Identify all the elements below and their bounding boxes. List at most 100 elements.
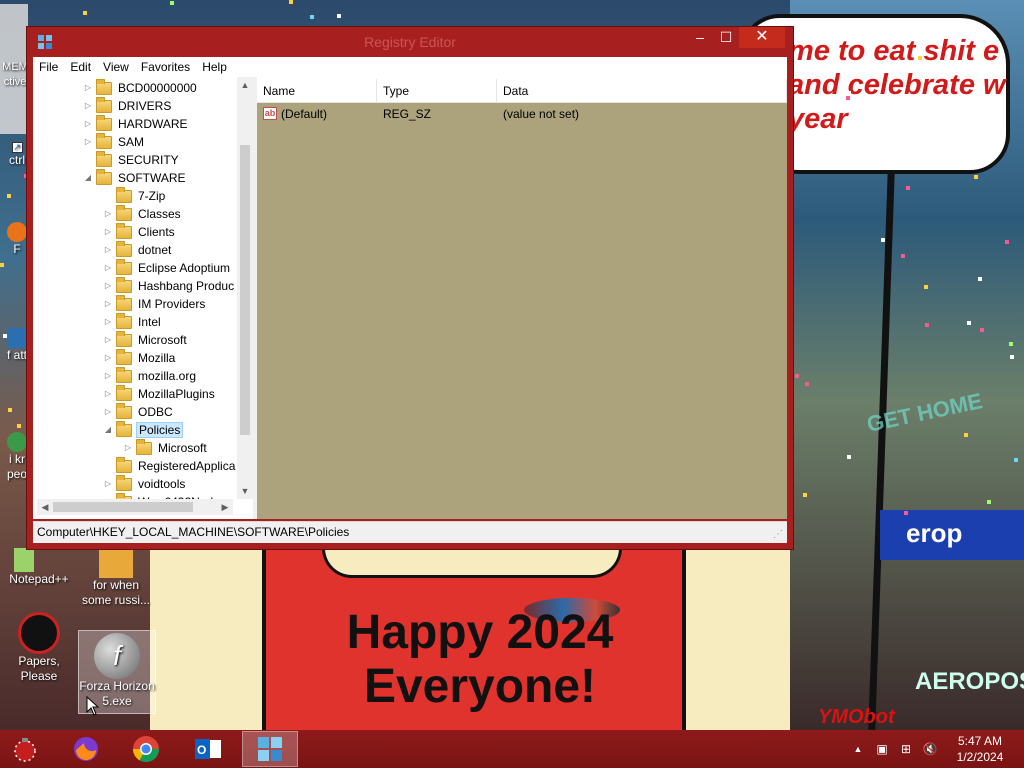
value-row[interactable]: ab (Default) REG_SZ (value not set) xyxy=(257,105,787,123)
tree-node[interactable]: ▷ BCD00000000 xyxy=(83,79,199,97)
tree-node[interactable]: ◢ SOFTWARE xyxy=(83,168,188,187)
start-button[interactable] xyxy=(0,731,50,767)
expand-arrow-icon[interactable]: ▷ xyxy=(103,223,113,241)
scroll-up-arrow-icon[interactable]: ▲ xyxy=(237,77,253,93)
tree-node[interactable]: ◢ Policies xyxy=(103,420,184,439)
tree-node[interactable]: ▷ HARDWARE xyxy=(83,114,190,133)
confetti-piece xyxy=(0,263,4,267)
menu-edit[interactable]: Edit xyxy=(64,57,97,77)
show-hidden-icons-icon[interactable]: ▲ xyxy=(850,741,866,757)
tree-node[interactable]: ▷ DRIVERS xyxy=(83,96,173,115)
tree-node[interactable]: SECURITY xyxy=(83,150,181,169)
tree-node-label: voidtools xyxy=(138,477,186,491)
scroll-down-arrow-icon[interactable]: ▼ xyxy=(237,483,253,499)
tree-horizontal-scrollbar[interactable]: ◀ ▶ xyxy=(37,499,233,515)
tree-node-label: Hashbang Produc xyxy=(138,279,235,293)
column-header-data[interactable]: Data xyxy=(497,79,787,103)
svg-text:O: O xyxy=(197,743,206,757)
column-header-name[interactable]: Name xyxy=(257,79,377,103)
action-center-icon[interactable]: ▣ xyxy=(874,741,890,757)
menu-help[interactable]: Help xyxy=(196,57,233,77)
expand-arrow-icon[interactable]: ▷ xyxy=(83,97,93,115)
clock[interactable]: 5:47 AM 1/2/2024 xyxy=(950,733,1010,765)
app-shortcut-icon xyxy=(7,432,27,452)
tree-node[interactable]: ▷ MozillaPlugins xyxy=(103,384,217,403)
scroll-thumb[interactable] xyxy=(53,502,193,512)
desktop-icon-label-memory: MEM ctive xyxy=(2,61,28,88)
tree-node[interactable]: ▷ Microsoft xyxy=(103,330,189,349)
expand-arrow-icon[interactable]: ▷ xyxy=(103,241,113,259)
papers-please-icon xyxy=(18,612,60,654)
maximize-button[interactable]: ☐ xyxy=(713,27,739,48)
folder-icon xyxy=(116,294,132,311)
values-list[interactable]: Name Type Data ab (Default) REG_SZ (valu… xyxy=(257,79,787,519)
desktop-icon-papers-please[interactable]: Papers, Please xyxy=(0,612,78,684)
expand-arrow-icon[interactable]: ▷ xyxy=(103,403,113,421)
network-icon[interactable]: ⊞ xyxy=(898,741,914,757)
expand-arrow-icon[interactable]: ▷ xyxy=(123,439,133,457)
tree-node[interactable]: ▷ IM Providers xyxy=(103,294,207,313)
expand-arrow-icon[interactable]: ▷ xyxy=(103,367,113,385)
menu-view[interactable]: View xyxy=(97,57,135,77)
resize-grip-icon[interactable]: ⋰ xyxy=(773,529,785,541)
registry-editor-window[interactable]: Registry Editor – ☐ ✕ File Edit View Fav… xyxy=(26,26,794,550)
title-bar[interactable]: Registry Editor – ☐ ✕ xyxy=(27,27,793,57)
close-button[interactable]: ✕ xyxy=(739,27,785,48)
tree-vertical-scrollbar[interactable]: ▲ ▼ xyxy=(237,77,253,499)
desktop-icon-notepad-plus-plus[interactable]: Notepad++ xyxy=(4,548,74,587)
minimize-button[interactable]: – xyxy=(687,27,713,48)
collapse-arrow-icon[interactable]: ◢ xyxy=(103,421,113,439)
desktop-icon-att[interactable]: f att xyxy=(6,328,28,363)
taskbar-chrome[interactable] xyxy=(118,731,174,767)
expand-arrow-icon[interactable]: ▷ xyxy=(103,349,113,367)
expand-arrow-icon[interactable]: ▷ xyxy=(83,133,93,151)
folder-icon xyxy=(96,96,112,113)
taskbar-registry-editor[interactable] xyxy=(242,731,298,767)
scroll-left-arrow-icon[interactable]: ◀ xyxy=(37,499,53,515)
confetti-piece xyxy=(8,408,12,412)
desktop-icon-video-file[interactable]: for when some russi... xyxy=(80,548,152,608)
desktop-icon-f[interactable]: F xyxy=(6,222,28,257)
tree-node[interactable]: ▷ ODBC xyxy=(103,402,175,421)
tree-node[interactable]: ▷ Mozilla xyxy=(103,348,177,367)
expand-arrow-icon[interactable]: ▷ xyxy=(83,79,93,97)
tree-node-label: ODBC xyxy=(138,405,173,419)
registry-tree[interactable]: ▷ BCD00000000 ▷ DRIVERS ▷ HARDWARE ▷ SAM SECURIT… xyxy=(37,79,251,517)
tree-node[interactable]: ▷ Microsoft xyxy=(123,438,209,457)
desktop-icon-label: Notepad++ xyxy=(9,572,69,586)
expand-arrow-icon[interactable]: ▷ xyxy=(103,385,113,403)
scroll-right-arrow-icon[interactable]: ▶ xyxy=(217,499,233,515)
tree-node-label: SECURITY xyxy=(118,153,179,167)
taskbar-firefox[interactable] xyxy=(58,731,114,767)
tree-node[interactable]: ▷ voidtools xyxy=(103,474,187,493)
tree-node[interactable]: ▷ Hashbang Produc xyxy=(103,276,236,295)
expand-arrow-icon[interactable]: ▷ xyxy=(103,313,113,331)
expand-arrow-icon[interactable]: ▷ xyxy=(103,331,113,349)
tree-node[interactable]: ▷ Intel xyxy=(103,312,163,331)
taskbar-outlook[interactable]: O xyxy=(180,731,236,767)
string-value-icon: ab xyxy=(263,107,277,120)
expand-arrow-icon[interactable]: ▷ xyxy=(103,277,113,295)
tree-node[interactable]: ▷ Clients xyxy=(103,222,177,241)
tree-node[interactable]: ▷ dotnet xyxy=(103,240,173,259)
column-header-type[interactable]: Type xyxy=(377,79,497,103)
expand-arrow-icon[interactable]: ▷ xyxy=(103,259,113,277)
expand-arrow-icon[interactable]: ▷ xyxy=(103,205,113,223)
tree-node[interactable]: ▷ Eclipse Adoptium xyxy=(103,258,232,277)
collapse-arrow-icon[interactable]: ◢ xyxy=(83,169,93,187)
value-data: (value not set) xyxy=(503,107,580,121)
tree-node-label: IM Providers xyxy=(138,297,206,311)
expand-arrow-icon[interactable]: ▷ xyxy=(103,475,113,493)
tree-node[interactable]: RegisteredApplica xyxy=(103,456,237,475)
tree-node[interactable]: ▷ SAM xyxy=(83,132,146,151)
menu-favorites[interactable]: Favorites xyxy=(135,57,196,77)
expand-arrow-icon[interactable]: ▷ xyxy=(83,115,93,133)
tree-node[interactable]: 7-Zip xyxy=(103,186,167,205)
volume-muted-icon[interactable]: 🔇 xyxy=(922,741,938,757)
confetti-piece xyxy=(925,323,929,327)
expand-arrow-icon[interactable]: ▷ xyxy=(103,295,113,313)
scroll-thumb[interactable] xyxy=(240,145,250,435)
tree-node[interactable]: ▷ Classes xyxy=(103,204,183,223)
tree-node[interactable]: ▷ mozilla.org xyxy=(103,366,198,385)
menu-file[interactable]: File xyxy=(33,57,64,77)
